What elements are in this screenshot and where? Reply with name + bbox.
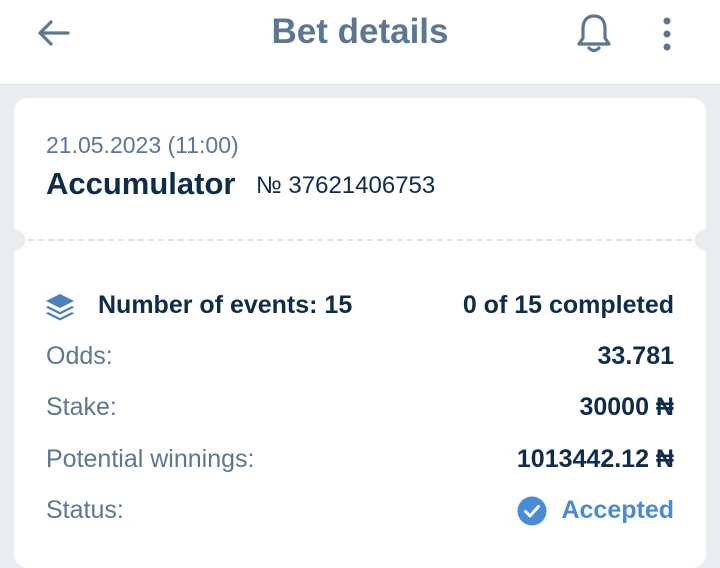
notifications-button[interactable] <box>572 10 616 56</box>
bell-icon <box>577 14 611 53</box>
odds-value: 33.781 <box>597 342 674 370</box>
odds-label: Odds: <box>46 342 113 370</box>
winnings-value: 1013442.12 ₦ <box>516 445 674 473</box>
status-label: Status: <box>46 496 124 524</box>
bet-type: Accumulator <box>46 166 236 201</box>
events-progress: 0 of 15 completed <box>462 291 674 319</box>
bet-number: № 37621406753 <box>256 172 436 199</box>
layers-icon <box>46 294 74 321</box>
app-bar: Bet details <box>0 0 720 85</box>
check-circle-icon <box>517 496 547 526</box>
stake-label: Stake: <box>46 393 117 421</box>
ticket-divider <box>28 239 692 241</box>
more-options-button[interactable] <box>652 12 682 56</box>
stake-value: 30000 ₦ <box>579 393 674 421</box>
status-badge: Accepted <box>561 496 674 524</box>
winnings-label: Potential winnings: <box>46 445 255 473</box>
ticket-notch-right <box>695 229 717 251</box>
ticket-notch-left <box>3 229 25 251</box>
bet-date: 21.05.2023 (11:00) <box>46 132 239 158</box>
events-count: Number of events: 15 <box>98 291 353 319</box>
more-vertical-icon <box>663 17 671 51</box>
